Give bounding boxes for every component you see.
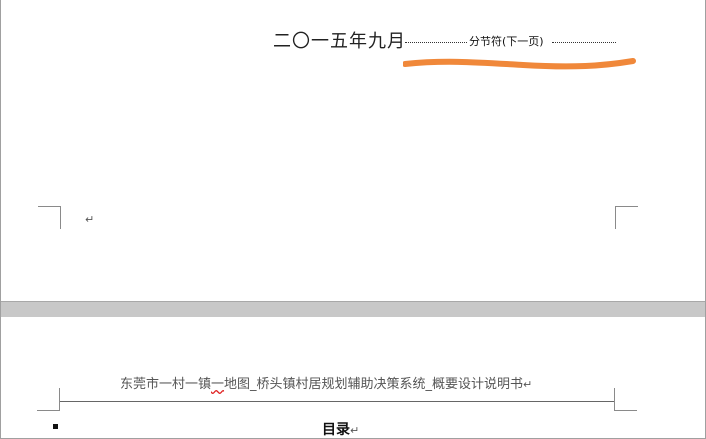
margin-corner-bottom-left xyxy=(37,388,60,411)
toc-title[interactable]: 目录↵ xyxy=(322,419,359,439)
orange-highlight-stroke xyxy=(403,58,636,70)
header-suffix: 地图_桥头镇村居规划辅助决策系统_概要设计说明书 xyxy=(224,377,524,392)
section-break-dots-left xyxy=(405,42,467,43)
header-paragraph-mark: ↵ xyxy=(523,378,533,391)
page-gap xyxy=(1,301,705,318)
bullet-marker xyxy=(53,424,58,429)
margin-corner-top-left xyxy=(38,206,61,229)
cover-date: 二〇一五年九月 xyxy=(273,31,406,52)
margin-corner-top-right xyxy=(615,206,638,229)
header-rule xyxy=(60,401,614,402)
section-break-dots-right xyxy=(552,42,616,43)
spelling-squiggle: 一 xyxy=(211,377,225,392)
document-page-1: 二〇一五年九月 分节符(下一页) ↵ xyxy=(1,0,705,300)
header-prefix: 东莞市一村一镇 xyxy=(120,377,212,392)
page-header-text[interactable]: 东莞市一村一镇一地图_桥头镇村居规划辅助决策系统_概要设计说明书↵ xyxy=(120,373,532,392)
section-break-label: 分节符(下一页) xyxy=(469,35,544,48)
paragraph-mark: ↵ xyxy=(85,213,95,226)
toc-paragraph-mark: ↵ xyxy=(350,424,360,437)
margin-corner-bottom-right xyxy=(614,388,637,411)
toc-title-text: 目录 xyxy=(322,422,350,438)
